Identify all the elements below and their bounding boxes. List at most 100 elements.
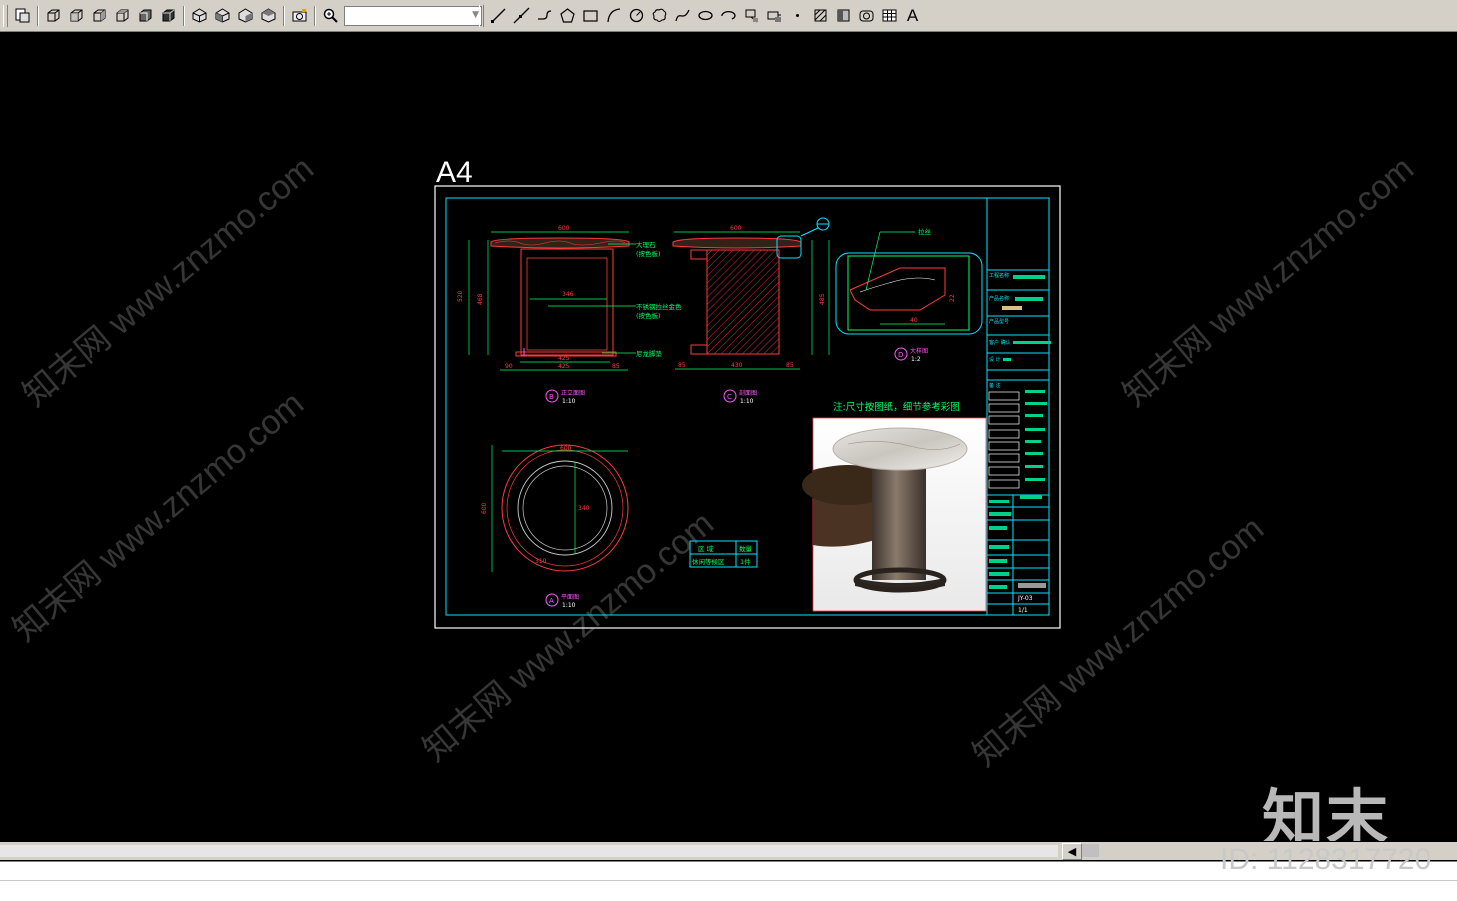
region-icon[interactable]	[856, 5, 877, 26]
toolbar-grip[interactable]	[479, 4, 484, 27]
dim-label: 85	[612, 363, 620, 370]
title-label: 设 计	[989, 356, 1001, 363]
toolbar-separator	[37, 5, 39, 26]
revision-cloud-icon[interactable]	[649, 5, 670, 26]
scroll-left-arrow-icon[interactable]: ◀	[1062, 843, 1082, 860]
box-icon[interactable]	[43, 5, 64, 26]
dim-label: 600	[558, 225, 570, 232]
watermark-id: ID: 1128317720	[1220, 843, 1432, 876]
iso-view-nw-icon[interactable]	[212, 5, 233, 26]
material-label: (按色板)	[636, 311, 661, 320]
table-header: 区 域	[698, 544, 714, 553]
polygon-icon[interactable]	[557, 5, 578, 26]
command-line-divider	[0, 880, 1457, 881]
toolbar-separator	[283, 5, 285, 26]
dim-label: 425	[558, 355, 570, 362]
drawing-note: 注:尺寸按图纸，细节参考彩图	[833, 401, 960, 413]
dim-label: 468	[477, 293, 484, 305]
table-header: 数量	[739, 544, 753, 553]
page-number: 1/1	[1018, 607, 1028, 614]
view-scale: 1:2	[911, 356, 921, 363]
draw-toolbar-group: A	[476, 3, 924, 28]
dim-label: 520	[457, 290, 464, 302]
cad-toolbar: ▼ A	[0, 0, 1457, 32]
dim-label: 85	[786, 362, 794, 369]
view-name: 大样图	[910, 347, 928, 355]
product-reference-photo	[802, 417, 987, 612]
ellipse-icon[interactable]	[695, 5, 716, 26]
toolbar-separator	[183, 5, 185, 26]
view-tag-letter: C	[727, 393, 732, 401]
table-icon[interactable]	[879, 5, 900, 26]
material-label: (按色板)	[636, 249, 661, 258]
toolbar-separator	[314, 5, 316, 26]
material-label: 尼龙脚垫	[636, 349, 663, 358]
view-scale: 1:10	[740, 398, 754, 405]
dim-label: 600	[560, 445, 572, 452]
title-label: 工程名称	[989, 272, 1009, 279]
view-tag-letter: A	[549, 597, 554, 605]
wedge-icon[interactable]	[66, 5, 87, 26]
insert-block-icon[interactable]	[741, 5, 762, 26]
gradient-icon[interactable]	[833, 5, 854, 26]
mtext-icon[interactable]: A	[902, 5, 923, 26]
material-label: 不锈钢拉丝金色	[636, 302, 682, 311]
construction-line-icon[interactable]	[511, 5, 532, 26]
dim-label: 485	[819, 293, 826, 305]
make-block-icon[interactable]	[764, 5, 785, 26]
detail-view: 拉丝 40 22 D 大样图 1:2	[835, 227, 983, 363]
dim-label: 90	[505, 363, 513, 370]
view-tag-letter: B	[549, 393, 554, 401]
scrollbar-thumb[interactable]	[1082, 844, 1099, 857]
cube-front-icon[interactable]	[112, 5, 133, 26]
cube-shaded-icon[interactable]	[158, 5, 179, 26]
dim-label: 600	[730, 225, 742, 232]
scrollbar-track[interactable]	[0, 845, 1058, 857]
view-tag-letter: D	[898, 351, 903, 359]
model-space-canvas[interactable]: 知末网 www.znzmo.com 知末网 www.znzmo.com 知末网 …	[0, 33, 1457, 841]
view-name: 正立面图	[561, 389, 585, 397]
iso-view-ne-icon[interactable]	[189, 5, 210, 26]
cube-icon[interactable]	[89, 5, 110, 26]
view-name: 剖面图	[739, 389, 757, 397]
cad-drawing: A4 工程名称 产品名称 产品型号 客户 确认 设 计 备 注 JY-03 1/…	[434, 156, 1061, 629]
view-scale: 1:10	[562, 602, 576, 609]
polyline-icon[interactable]	[534, 5, 555, 26]
cube-solid-icon[interactable]	[135, 5, 156, 26]
named-view-dropdown[interactable]: ▼	[344, 5, 482, 26]
dim-label: 22	[949, 294, 956, 302]
dim-label: 600	[481, 502, 488, 514]
dim-label: 85	[678, 362, 686, 369]
sheet-size-label: A4	[436, 156, 473, 189]
table-cell: 休闲等候区	[692, 557, 725, 566]
point-icon[interactable]	[787, 5, 808, 26]
ellipse-arc-icon[interactable]	[718, 5, 739, 26]
area-quantity-table: 区 域 数量 休闲等候区 1件	[689, 540, 758, 568]
view-toolbar-group: ▼	[0, 3, 482, 28]
spline-icon[interactable]	[672, 5, 693, 26]
line-icon[interactable]	[488, 5, 509, 26]
camera-icon[interactable]	[289, 5, 310, 26]
view-scale: 1:10	[562, 398, 576, 405]
callout-label: 拉丝	[918, 227, 932, 236]
rectangle-icon[interactable]	[580, 5, 601, 26]
section-view: 600 485 430 85 85 C 剖面图 1:10	[672, 217, 830, 405]
table-cell: 1件	[740, 557, 751, 566]
arc-icon[interactable]	[603, 5, 624, 26]
circle-icon[interactable]	[626, 5, 647, 26]
zoom-realtime-icon[interactable]	[320, 5, 341, 26]
iso-view-se-icon[interactable]	[235, 5, 256, 26]
plan-view: 600 600 340 310 A 平面图 1:10	[481, 444, 629, 609]
hatch-icon[interactable]	[810, 5, 831, 26]
title-label: 产品型号	[989, 318, 1009, 325]
title-label: 客户 确认	[989, 339, 1011, 346]
toolbar-grip[interactable]	[3, 4, 8, 27]
paste-special-icon[interactable]	[12, 5, 33, 26]
iso-view-sw-icon[interactable]	[258, 5, 279, 26]
dim-label: 425	[558, 363, 570, 370]
title-label: 产品名称	[989, 295, 1009, 302]
view-name: 平面图	[561, 594, 579, 601]
dim-label: 346	[562, 291, 574, 298]
title-block: 工程名称 产品名称 产品型号 客户 确认 设 计 备 注 JY-03 1/1	[986, 198, 1051, 615]
material-label: 大理石	[636, 240, 656, 249]
